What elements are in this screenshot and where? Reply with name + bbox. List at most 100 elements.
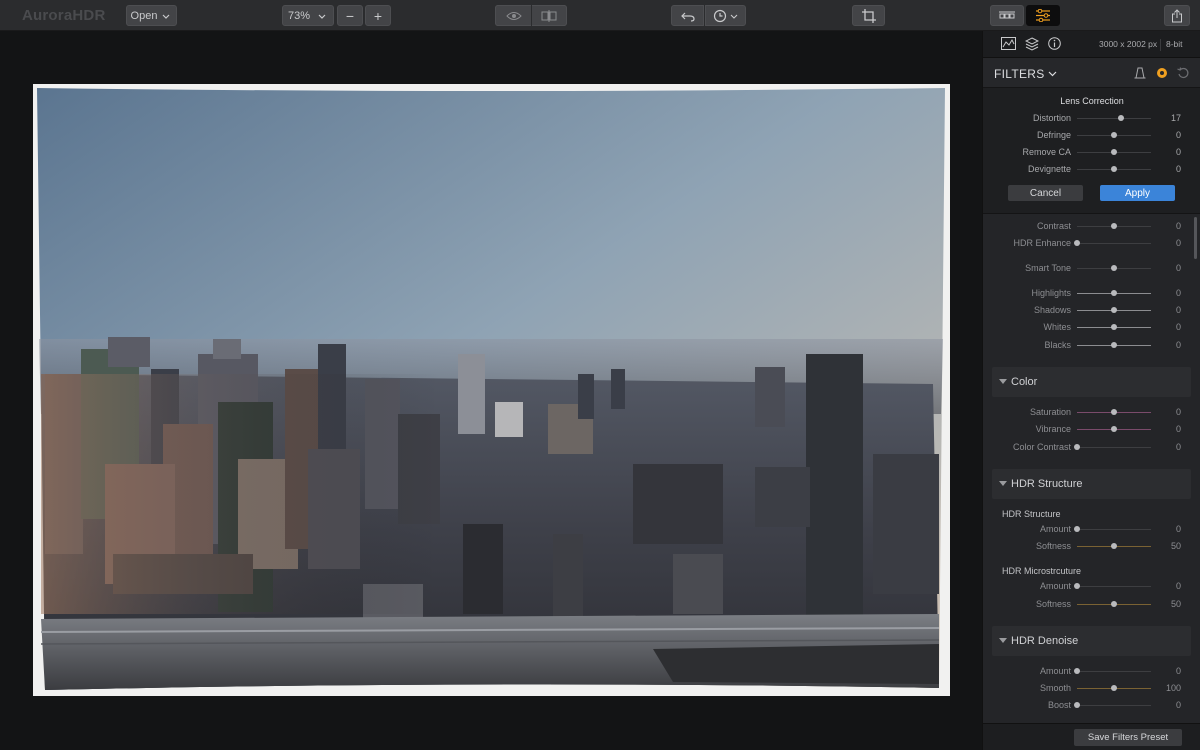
slider-row: Blacks 0 <box>983 339 1200 353</box>
cancel-button[interactable]: Cancel <box>1008 185 1083 201</box>
chevron-down-icon <box>1048 71 1057 77</box>
section-header-color[interactable]: Color <box>992 367 1191 397</box>
slider-knob[interactable] <box>1111 685 1117 691</box>
section-header-hdr-denoise[interactable]: HDR Denoise <box>992 626 1191 656</box>
slider-knob[interactable] <box>1074 702 1080 708</box>
apply-button[interactable]: Apply <box>1100 185 1175 201</box>
open-button[interactable]: Open <box>126 5 177 26</box>
slider-knob[interactable] <box>1111 324 1117 330</box>
lens-correction-title: Lens Correction <box>1060 96 1124 106</box>
slider-value: 0 <box>1175 322 1181 332</box>
section-header-hdr-structure[interactable]: HDR Structure <box>992 469 1191 499</box>
histogram-icon[interactable] <box>1001 37 1016 50</box>
zoom-value: 73% <box>287 9 311 22</box>
slider-knob[interactable] <box>1111 543 1117 549</box>
slider-label: Blacks <box>1044 340 1071 350</box>
slider-label: Defringe <box>1036 130 1071 140</box>
slider-value: 0 <box>1175 581 1181 591</box>
save-filters-preset-button[interactable]: Save Filters Preset <box>1074 729 1182 746</box>
slider-track[interactable] <box>1077 705 1151 706</box>
slider-track[interactable] <box>1077 118 1151 119</box>
filters-dropdown[interactable]: FILTERS <box>994 67 1057 81</box>
slider-row: Amount 0 <box>983 665 1200 679</box>
slider-row: Distortion 17 <box>983 112 1200 126</box>
slider-knob[interactable] <box>1111 223 1117 229</box>
slider-knob[interactable] <box>1111 601 1117 607</box>
slider-knob[interactable] <box>1118 115 1124 121</box>
slider-knob[interactable] <box>1111 426 1117 432</box>
undo-button[interactable] <box>671 5 704 26</box>
slider-track[interactable] <box>1077 529 1151 530</box>
zoom-out-button[interactable]: − <box>337 5 363 26</box>
slider-track[interactable] <box>1077 243 1151 244</box>
undo-icon <box>680 12 695 22</box>
preview-button[interactable] <box>495 5 531 26</box>
filters-scroll-region[interactable]: Contrast 0 HDR Enhance 0 Smart Tone 0 Highligh… <box>983 215 1200 723</box>
slider-knob[interactable] <box>1074 526 1080 532</box>
presets-panel-button[interactable] <box>990 5 1024 26</box>
slider-knob[interactable] <box>1111 409 1117 415</box>
slider-track[interactable] <box>1077 447 1151 448</box>
slider-value: 50 <box>1170 541 1181 551</box>
slider-label: Remove CA <box>1022 147 1071 157</box>
slider-value: 100 <box>1165 683 1181 693</box>
chevron-down-icon <box>163 14 170 19</box>
slider-label: Shadows <box>1033 305 1071 315</box>
slider-value: 0 <box>1175 340 1181 350</box>
lens-correction-panel: Lens Correction Distortion 17 Defringe 0 Rem… <box>983 88 1200 214</box>
slider-track[interactable] <box>1077 586 1151 587</box>
share-button[interactable] <box>1164 5 1190 26</box>
history-button[interactable] <box>705 5 746 26</box>
presets-panel-icon <box>999 11 1015 18</box>
slider-knob[interactable] <box>1111 307 1117 313</box>
slider-value: 17 <box>1170 113 1181 123</box>
adjustments-panel-icon <box>1036 9 1050 22</box>
mask-icon[interactable] <box>1134 67 1146 79</box>
info-icon[interactable] <box>1048 37 1061 50</box>
slider-knob[interactable] <box>1111 265 1117 271</box>
subgroup-title: HDR Microstrcuture <box>1002 566 1082 576</box>
slider-row: Defringe 0 <box>983 129 1200 143</box>
filters-header: FILTERS <box>983 58 1200 88</box>
section-title: Color <box>1011 376 1038 388</box>
slider-knob[interactable] <box>1074 668 1080 674</box>
slider-track[interactable] <box>1077 671 1151 672</box>
slider-label: Softness <box>1035 599 1071 609</box>
panel-scrollbar[interactable] <box>1194 217 1197 259</box>
slider-value: 0 <box>1175 305 1181 315</box>
info-divider <box>1160 39 1161 51</box>
compare-button[interactable] <box>532 5 567 26</box>
slider-row: Softness 50 <box>983 598 1200 612</box>
reset-icon[interactable] <box>1177 67 1189 79</box>
slider-knob[interactable] <box>1074 583 1080 589</box>
slider-knob[interactable] <box>1111 149 1117 155</box>
caret-down-icon <box>999 638 1007 643</box>
section-title: HDR Structure <box>1011 478 1083 490</box>
slider-knob[interactable] <box>1111 290 1117 296</box>
slider-value: 0 <box>1175 666 1181 676</box>
adjustments-panel-button[interactable] <box>1026 5 1060 26</box>
slider-label: Amount <box>1039 581 1071 591</box>
zoom-in-button[interactable]: + <box>365 5 391 26</box>
bit-depth: 8-bit <box>1166 39 1183 49</box>
slider-knob[interactable] <box>1074 240 1080 246</box>
compare-icon <box>541 9 557 22</box>
slider-knob[interactable] <box>1111 166 1117 172</box>
slider-label: Whites <box>1043 322 1071 332</box>
layers-icon[interactable] <box>1025 37 1039 51</box>
image-canvas[interactable] <box>0 31 982 750</box>
crop-button[interactable] <box>852 5 885 26</box>
slider-knob[interactable] <box>1111 132 1117 138</box>
zoom-dropdown[interactable]: 73% <box>282 5 334 26</box>
chevron-down-icon <box>730 14 737 19</box>
filter-color-icon[interactable] <box>1156 67 1168 79</box>
slider-value: 0 <box>1175 238 1181 248</box>
slider-knob[interactable] <box>1074 444 1080 450</box>
slider-knob[interactable] <box>1111 342 1117 348</box>
photo-preview[interactable] <box>33 84 950 696</box>
slider-label: HDR Enhance <box>1013 238 1071 248</box>
open-label: Open <box>130 9 158 22</box>
share-icon <box>1172 8 1182 22</box>
app-logo: AuroraHDR <box>22 7 106 24</box>
caret-down-icon <box>999 379 1007 384</box>
